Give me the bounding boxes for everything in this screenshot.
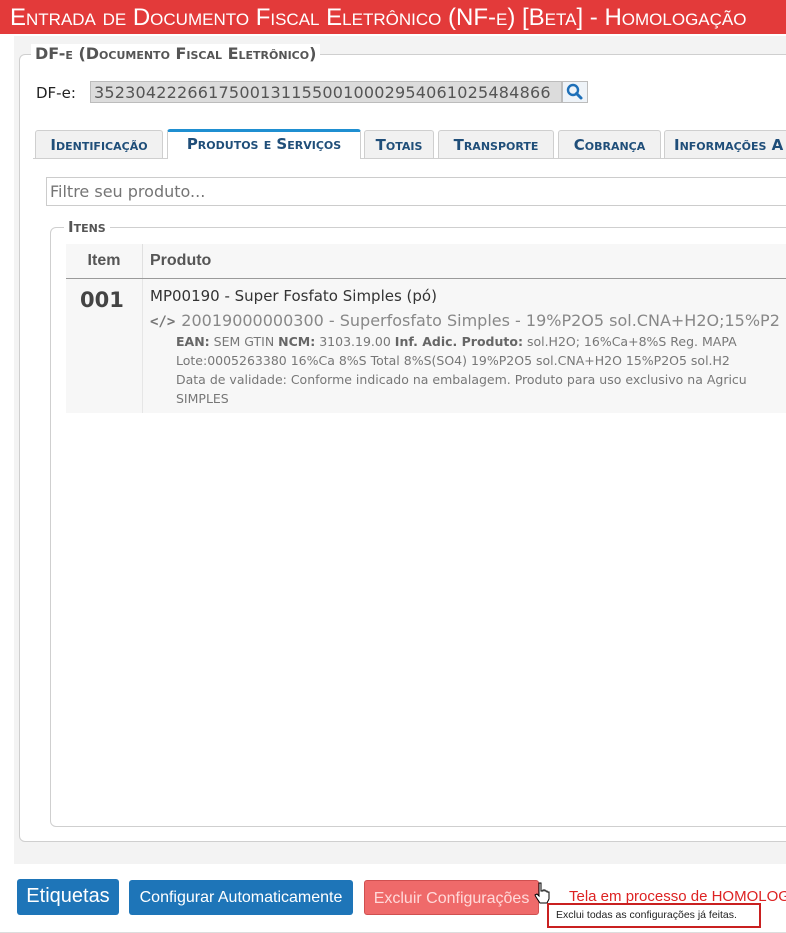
tab-produtos-servicos[interactable]: Produtos e Serviços	[167, 129, 361, 159]
tab-transporte[interactable]: Transporte	[438, 130, 554, 158]
item-cell: 001	[66, 279, 143, 413]
column-header-produto: Produto	[150, 252, 212, 269]
item-number: 001	[80, 288, 124, 312]
etiquetas-button[interactable]: Etiquetas	[17, 879, 119, 915]
product-meta-line-2: Lote:0005263380 16%Ca 8%S Total 8%S(SO4)…	[176, 353, 730, 368]
supplier-product: </> 20019000000300 - Superfosfato Simples…	[150, 311, 780, 330]
table-row[interactable]: 001 MP00190 - Super Fosfato Simples (pó)…	[66, 279, 786, 413]
excluir-tooltip: Exclui todas as configurações já feitas.	[547, 903, 761, 928]
ean-label: EAN:	[176, 334, 210, 349]
ncm-value: 3103.19.00	[319, 334, 391, 349]
supplier-product-text: 20019000000300 - Superfosfato Simples - …	[181, 311, 780, 330]
product-meta-line-1: EAN: SEM GTIN NCM: 3103.19.00 Inf. Adic.…	[176, 334, 737, 349]
column-header-item: Item	[66, 244, 143, 278]
excluir-configuracoes-button[interactable]: Excluir Configurações	[364, 880, 539, 915]
tab-informacoes[interactable]: Informações A	[664, 130, 786, 158]
dfe-search-button[interactable]	[562, 81, 588, 103]
itens-legend: Itens	[64, 218, 110, 236]
product-name: MP00190 - Super Fosfato Simples (pó)	[150, 287, 437, 305]
dfe-key-field[interactable]: 3523042226617500131155001000295406102548…	[90, 81, 562, 103]
inf-adic-value: sol.H2O; 16%Ca+8%S Reg. MAPA	[526, 334, 737, 349]
product-meta-line-3: Data de validade: Conforme indicado na e…	[176, 372, 747, 387]
ncm-label: NCM:	[278, 334, 316, 349]
ean-value: SEM GTIN	[213, 334, 275, 349]
window-title: Entrada de Documento Fiscal Eletrônico (…	[0, 0, 786, 34]
dfe-legend: DF-e (Documento Fiscal Eletrônico)	[31, 44, 321, 63]
items-table-header: Item Produto	[66, 244, 786, 279]
code-icon: </>	[150, 314, 176, 330]
tab-cobranca[interactable]: Cobrança	[558, 130, 661, 158]
tab-identificacao[interactable]: Identificação	[35, 130, 163, 158]
product-filter-input[interactable]	[46, 177, 786, 206]
dfe-label: DF-e:	[36, 84, 76, 102]
inf-adic-label: Inf. Adic. Produto:	[394, 334, 523, 349]
tab-totais[interactable]: Totais	[364, 130, 434, 158]
search-icon	[566, 83, 583, 100]
configurar-automaticamente-button[interactable]: Configurar Automaticamente	[129, 880, 353, 915]
hand-cursor-icon	[534, 882, 550, 904]
product-meta-line-4: SIMPLES	[176, 391, 229, 406]
